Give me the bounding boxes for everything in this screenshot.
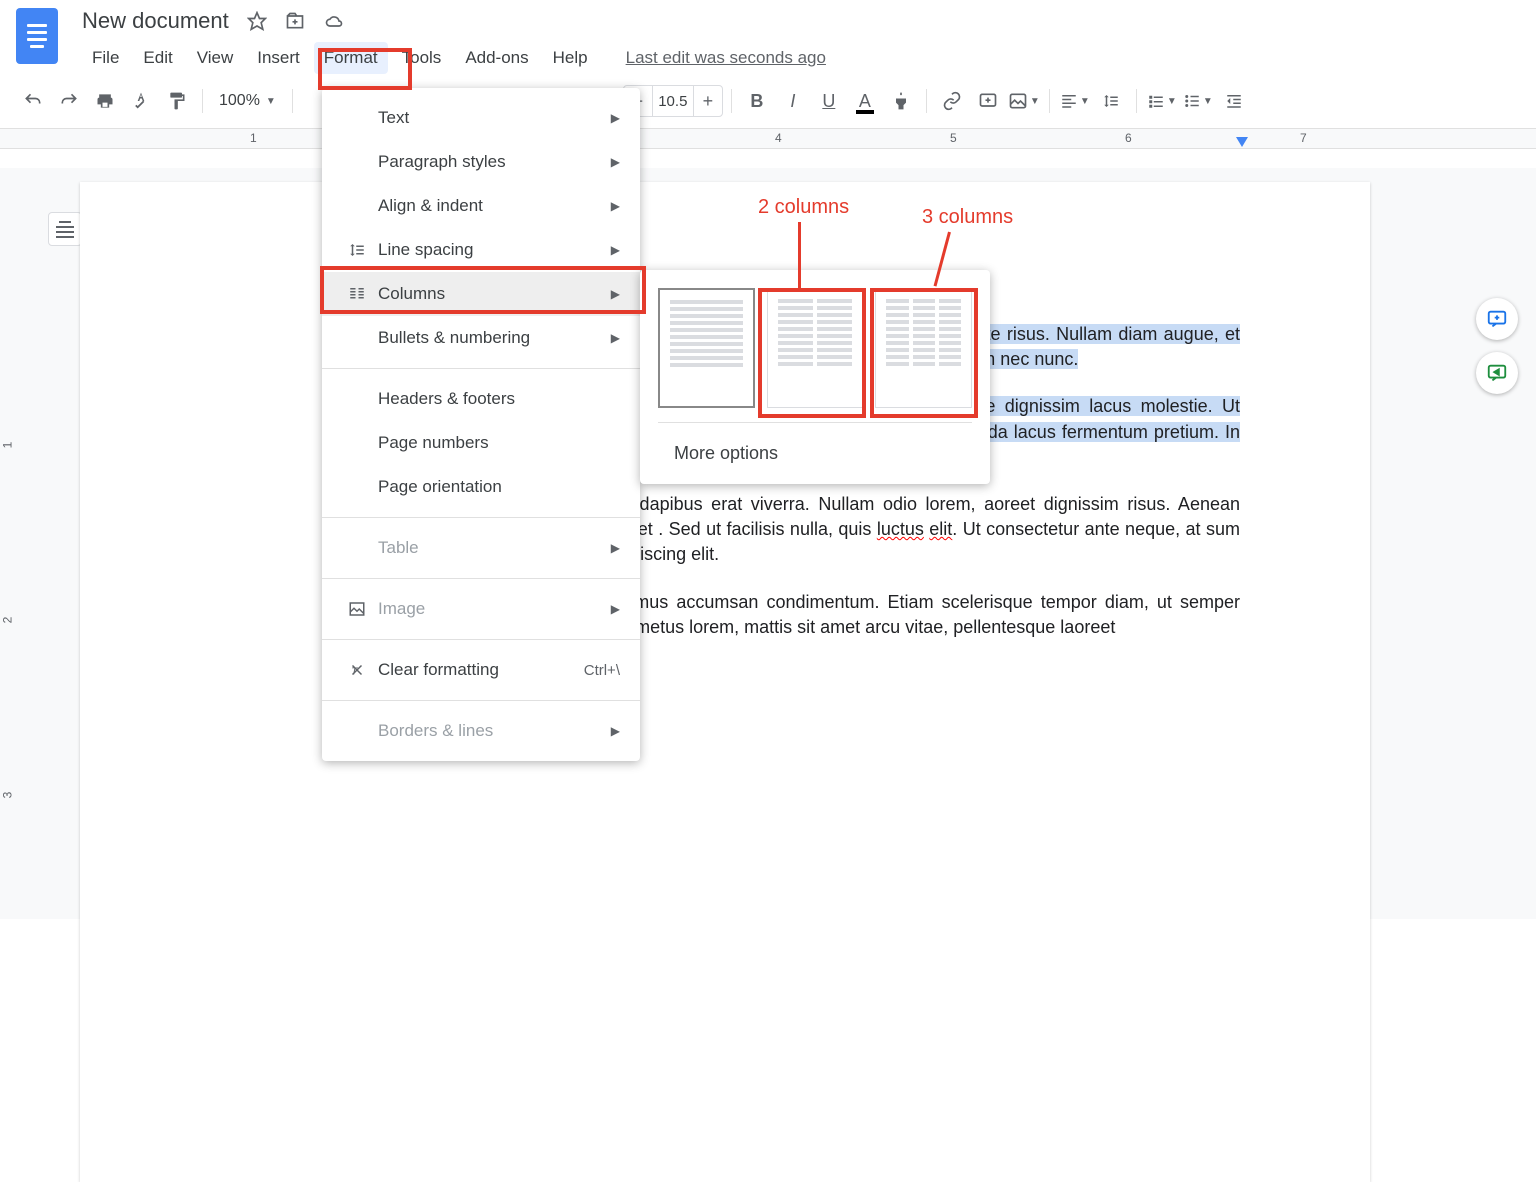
highlight-button[interactable] [884,84,918,118]
chevron-right-icon: ▶ [611,331,620,345]
format-dropdown: Text▶Paragraph styles▶Align & indent▶Lin… [322,88,640,761]
format-menu-headers-footers[interactable]: Headers & footers [322,377,640,421]
annotation-2col-line [798,222,801,288]
clear-format-icon: T [342,661,372,679]
format-menu-align-indent[interactable]: Align & indent▶ [322,184,640,228]
menu-file[interactable]: File [82,42,129,74]
columns-option-2[interactable] [767,288,864,408]
image-button[interactable]: ▼ [1007,84,1041,118]
indent-decrease-button[interactable] [1217,84,1251,118]
format-menu-paragraph-styles[interactable]: Paragraph styles▶ [322,140,640,184]
redo-button[interactable] [52,84,86,118]
chevron-right-icon: ▶ [611,541,620,555]
format-menu-text[interactable]: Text▶ [322,96,640,140]
columns-icon [342,285,372,303]
menu-item-label: Align & indent [378,196,611,216]
checklist-button[interactable]: ▼ [1145,84,1179,118]
font-size-increase[interactable]: + [694,86,722,116]
italic-button[interactable]: I [776,84,810,118]
menu-item-label: Page numbers [378,433,620,453]
menu-help[interactable]: Help [543,42,598,74]
menu-tools[interactable]: Tools [392,42,452,74]
print-button[interactable] [88,84,122,118]
outline-toggle-button[interactable] [48,212,82,246]
annotation-3col-label: 3 columns [922,206,1013,229]
chevron-right-icon: ▶ [611,199,620,213]
menu-item-label: Clear formatting [378,660,584,680]
bold-button[interactable]: B [740,84,774,118]
cloud-icon[interactable] [323,11,345,31]
chevron-right-icon: ▶ [611,155,620,169]
format-menu-image: Image▶ [322,587,640,631]
document-title[interactable]: New document [82,8,229,34]
horizontal-ruler[interactable]: 1 2 3 4 5 6 7 [0,129,1536,149]
spellcheck-button[interactable] [124,84,158,118]
chevron-right-icon: ▶ [611,602,620,616]
columns-option-1[interactable] [658,288,755,408]
menu-item-label: Image [378,599,611,619]
columns-option-3[interactable] [875,288,972,408]
chevron-right-icon: ▶ [611,111,620,125]
menu-item-label: Table [378,538,611,558]
font-size-input[interactable] [652,86,694,116]
side-actions [1476,298,1518,394]
menubar: File Edit View Insert Format Tools Add-o… [82,42,1520,74]
menu-shortcut: Ctrl+\ [584,662,620,679]
format-menu-table: Table▶ [322,526,640,570]
menu-item-label: Columns [378,284,611,304]
chevron-down-icon: ▼ [266,96,276,107]
vertical-ruler[interactable]: 1 2 3 [0,168,24,919]
line-spacing-icon [342,241,372,259]
text-color-button[interactable]: A [848,84,882,118]
chevron-right-icon: ▶ [611,724,620,738]
add-comment-fab[interactable] [1476,298,1518,340]
comment-button[interactable] [971,84,1005,118]
format-menu-bullets-numbering[interactable]: Bullets & numbering▶ [322,316,640,360]
menu-item-label: Bullets & numbering [378,328,611,348]
menu-item-label: Headers & footers [378,389,620,409]
menu-addons[interactable]: Add-ons [455,42,538,74]
menu-item-label: Page orientation [378,477,620,497]
docs-logo-icon[interactable] [16,8,58,64]
menu-insert[interactable]: Insert [247,42,310,74]
zoom-value: 100% [219,92,260,110]
undo-button[interactable] [16,84,50,118]
paint-format-button[interactable] [160,84,194,118]
toolbar: 100% ▼ − + B I U A ▼ ▼ ▼ ▼ [0,74,1536,129]
zoom-select[interactable]: 100% ▼ [211,92,284,110]
bullet-list-button[interactable]: ▼ [1181,84,1215,118]
columns-more-options[interactable]: More options [658,435,972,472]
chevron-right-icon: ▶ [611,287,620,301]
menu-item-label: Borders & lines [378,721,611,741]
align-button[interactable]: ▼ [1058,84,1092,118]
menu-item-label: Paragraph styles [378,152,611,172]
format-menu-page-numbers[interactable]: Page numbers [322,421,640,465]
menu-item-label: Line spacing [378,240,611,260]
suggest-edit-fab[interactable] [1476,352,1518,394]
header: New document File Edit View Insert Forma… [0,0,1536,74]
annotation-2col-label: 2 columns [758,196,849,219]
star-icon[interactable] [247,11,267,31]
menu-view[interactable]: View [187,42,244,74]
last-edit-link[interactable]: Last edit was seconds ago [626,48,826,68]
format-menu-clear-formatting[interactable]: T Clear formattingCtrl+\ [322,648,640,692]
move-icon[interactable] [285,11,305,31]
menu-edit[interactable]: Edit [133,42,182,74]
columns-submenu: More options [640,270,990,484]
chevron-right-icon: ▶ [611,243,620,257]
link-button[interactable] [935,84,969,118]
image-icon [342,600,372,618]
format-menu-columns[interactable]: Columns▶ [322,272,640,316]
menu-format[interactable]: Format [314,42,388,74]
line-spacing-button[interactable] [1094,84,1128,118]
format-menu-line-spacing[interactable]: Line spacing▶ [322,228,640,272]
menu-item-label: Text [378,108,611,128]
ruler-indent-marker[interactable] [1236,137,1248,147]
format-menu-borders-lines: Borders & lines▶ [322,709,640,753]
underline-button[interactable]: U [812,84,846,118]
format-menu-page-orientation[interactable]: Page orientation [322,465,640,509]
